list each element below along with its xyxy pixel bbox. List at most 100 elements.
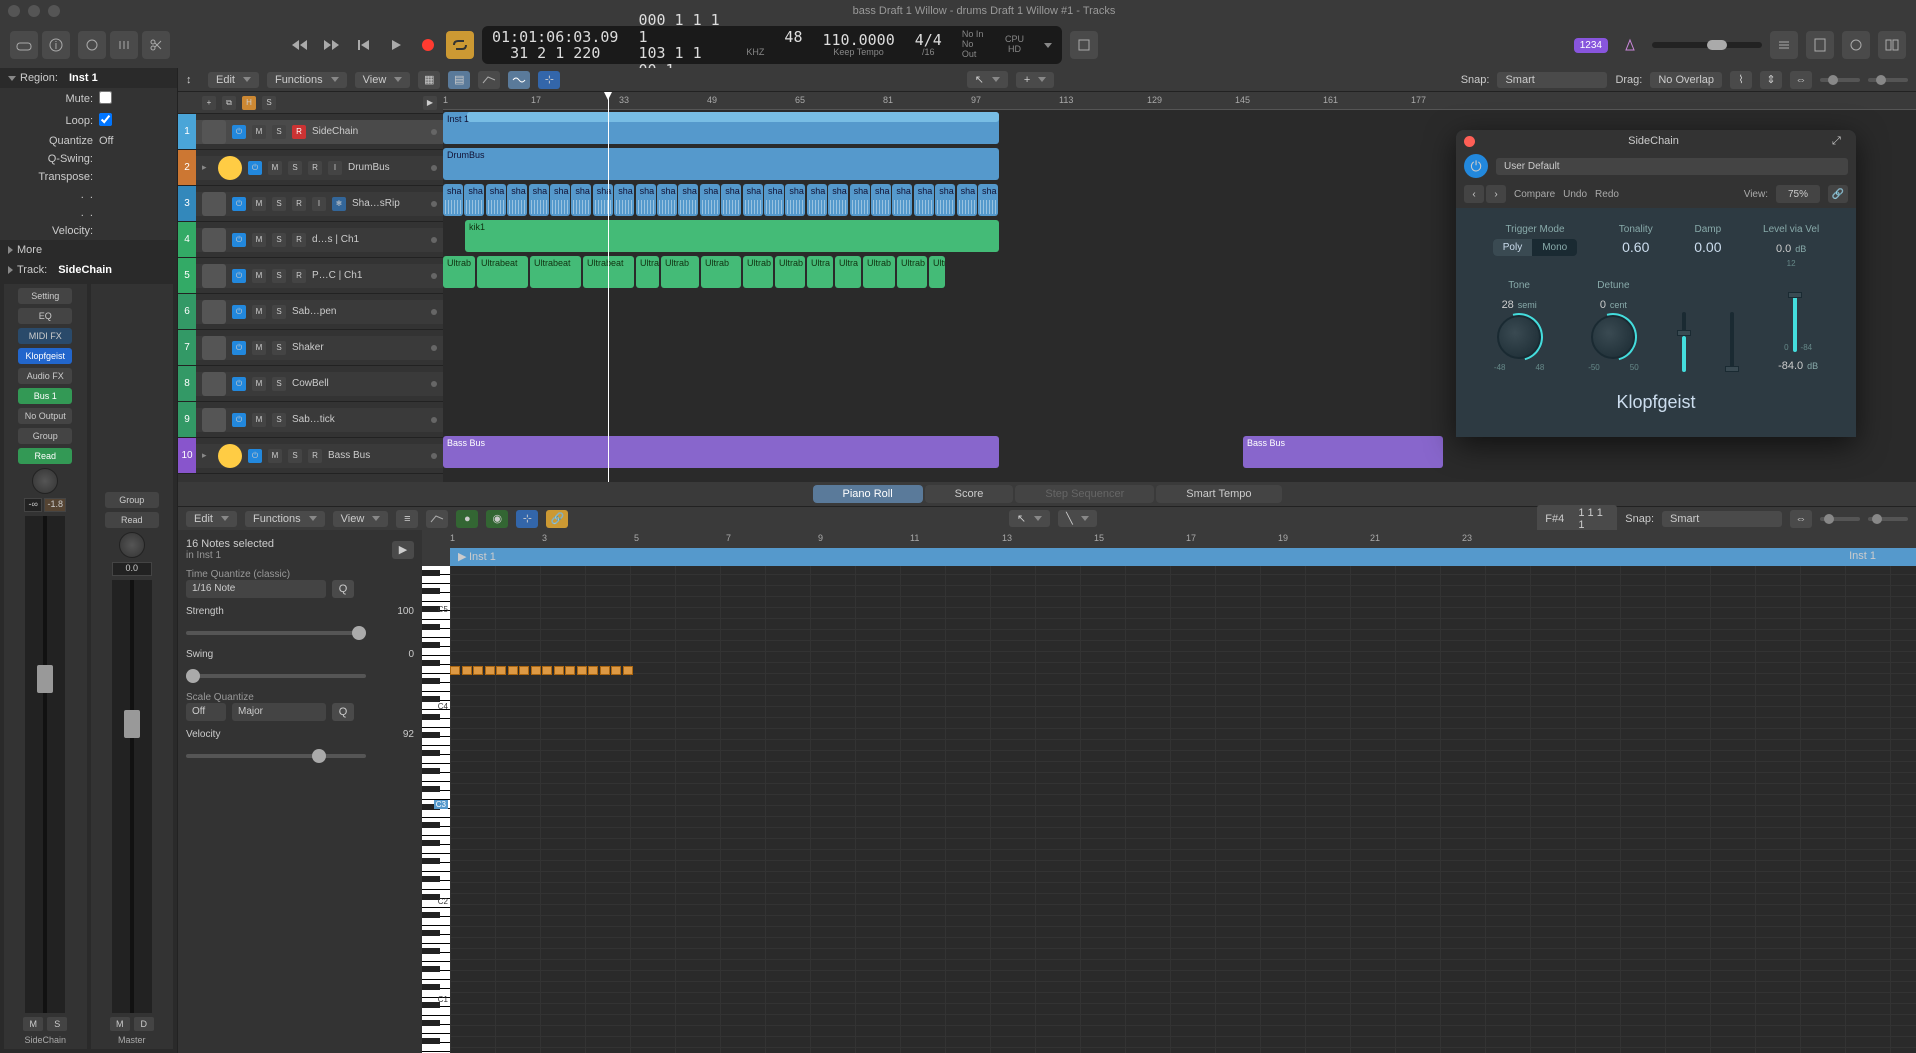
region[interactable]: sha: [764, 184, 784, 216]
lcd-bpm-num[interactable]: 48: [784, 29, 802, 46]
track-m-button[interactable]: M: [252, 377, 266, 391]
pr-left-tool[interactable]: ↖: [1009, 510, 1050, 527]
mute-button[interactable]: M: [23, 1017, 43, 1031]
track-icon[interactable]: [202, 192, 226, 216]
cycle-button[interactable]: [446, 31, 474, 59]
track-power-button[interactable]: ⏻: [232, 305, 246, 319]
volume-fader[interactable]: [25, 516, 65, 1013]
track-m-button[interactable]: M: [252, 305, 266, 319]
lcd-smpte[interactable]: 01:01:06:03.09: [492, 29, 618, 46]
track-number[interactable]: 8: [178, 366, 196, 401]
region[interactable]: sha: [550, 184, 570, 216]
region[interactable]: sha: [914, 184, 934, 216]
detune-value[interactable]: 0 cent: [1600, 295, 1627, 311]
midi-note[interactable]: [623, 666, 633, 675]
pr-catch-icon[interactable]: ⊹: [516, 510, 538, 528]
region[interactable]: sha: [678, 184, 698, 216]
peak-display[interactable]: -1.8: [44, 498, 66, 512]
track-r-button[interactable]: R: [292, 269, 306, 283]
track-icon[interactable]: [202, 372, 226, 396]
region[interactable]: Bass Bus: [443, 436, 999, 468]
region[interactable]: sha: [507, 184, 527, 216]
region[interactable]: sha: [743, 184, 763, 216]
plugin-link-button[interactable]: 🔗: [1828, 185, 1848, 203]
playhead[interactable]: [608, 92, 609, 482]
lcd-tempo[interactable]: 110.0000: [822, 32, 894, 49]
plugin-power-button[interactable]: ⏻: [1464, 154, 1488, 178]
bar-ruler[interactable]: 1173349658197113129145161177: [443, 92, 1916, 110]
region[interactable]: sha: [700, 184, 720, 216]
region-disclosure[interactable]: Region: Inst 1: [0, 68, 177, 88]
sq-scale-menu[interactable]: Major: [232, 703, 326, 721]
region[interactable]: kik1: [465, 220, 999, 252]
tone-knob[interactable]: [1497, 315, 1541, 359]
vertical-autozoom-icon[interactable]: ⇕: [1760, 71, 1782, 89]
piano-keyboard[interactable]: C5 C4 C3 C2 C1: [422, 566, 450, 1053]
info-button[interactable]: i: [42, 31, 70, 59]
loop-browser-button[interactable]: [1842, 31, 1870, 59]
track-power-button[interactable]: ⏻: [232, 413, 246, 427]
forward-button[interactable]: [318, 31, 346, 59]
pr-edit-menu[interactable]: Edit: [186, 511, 237, 527]
plugin-prev-button[interactable]: ‹: [1464, 185, 1484, 203]
track-icon[interactable]: [218, 444, 242, 468]
left-tool-menu[interactable]: ↖: [967, 71, 1008, 88]
track-header[interactable]: ⏻MSCowBell: [196, 372, 443, 396]
region[interactable]: sha: [721, 184, 741, 216]
track-header[interactable]: ⏻MSRI❄Sha…sRip: [196, 192, 443, 216]
track-power-button[interactable]: ⏻: [232, 341, 246, 355]
track-s-button[interactable]: S: [272, 269, 286, 283]
tonality-slider[interactable]: [1682, 312, 1686, 372]
track-freeze-button[interactable]: ❄: [332, 197, 346, 211]
track-s-button[interactable]: S: [288, 449, 302, 463]
master-group-slot[interactable]: Group: [105, 492, 159, 508]
track-m-button[interactable]: M: [268, 449, 282, 463]
arrange-functions-menu[interactable]: Functions: [267, 72, 347, 88]
waveform-zoom-icon[interactable]: ⌇: [1730, 71, 1752, 89]
track-number[interactable]: 9: [178, 402, 196, 437]
horizontal-autozoom-icon[interactable]: ⇔: [1790, 71, 1812, 89]
master-mute-button[interactable]: M: [110, 1017, 130, 1031]
region-mute-checkbox[interactable]: [99, 91, 112, 104]
pr-info-display[interactable]: F#4 1 1 1 1: [1537, 505, 1617, 533]
track-s-button[interactable]: S: [288, 161, 302, 175]
midi-note[interactable]: [588, 666, 598, 675]
zoom-window-button[interactable]: [48, 5, 60, 17]
region-loop-checkbox[interactable]: [99, 113, 112, 126]
lcd-tempo-mode[interactable]: Keep Tempo: [833, 48, 883, 58]
level-value[interactable]: 0.0 dB: [1776, 239, 1806, 255]
track-header[interactable]: ⏻MSSab…pen: [196, 300, 443, 324]
pr-vertical-zoom-slider[interactable]: [1820, 517, 1860, 521]
track-number[interactable]: 1: [178, 114, 196, 149]
track-power-button[interactable]: ⏻: [232, 197, 246, 211]
midi-note[interactable]: [519, 666, 529, 675]
lcd-display[interactable]: 01:01:06:03.0931 2 1 220 000 1 1 1 1103 …: [482, 26, 1062, 64]
region[interactable]: Ultrab: [863, 256, 895, 288]
vertical-zoom-slider[interactable]: [1820, 78, 1860, 82]
sq-apply-button[interactable]: Q: [332, 703, 354, 721]
track-m-button[interactable]: M: [252, 341, 266, 355]
arrange-view-menu[interactable]: View: [355, 72, 411, 88]
play-button[interactable]: [382, 31, 410, 59]
track-icon[interactable]: [202, 408, 226, 432]
region[interactable]: Ultra: [835, 256, 861, 288]
list-editors-button[interactable]: [1770, 31, 1798, 59]
tab-smart-tempo[interactable]: Smart Tempo: [1156, 485, 1281, 503]
track-number[interactable]: 4: [178, 222, 196, 257]
quantize-value[interactable]: Off: [99, 135, 169, 147]
pr-view-menu[interactable]: View: [333, 511, 389, 527]
region[interactable]: sha: [957, 184, 977, 216]
solo-button[interactable]: S: [47, 1017, 67, 1031]
pr-velocity-slider[interactable]: [186, 754, 366, 758]
region[interactable]: Ultrab: [775, 256, 805, 288]
track-i-button[interactable]: I: [312, 197, 326, 211]
track-power-button[interactable]: ⏻: [248, 449, 262, 463]
track-m-button[interactable]: M: [268, 161, 282, 175]
plugin-view-menu[interactable]: 75%: [1776, 185, 1820, 203]
track-i-button[interactable]: I: [328, 161, 342, 175]
track-power-button[interactable]: ⏻: [232, 125, 246, 139]
track-r-button[interactable]: R: [292, 125, 306, 139]
arrange-edit-menu[interactable]: Edit: [208, 72, 259, 88]
swing-slider[interactable]: [186, 674, 366, 678]
horizontal-zoom-slider[interactable]: [1868, 78, 1908, 82]
